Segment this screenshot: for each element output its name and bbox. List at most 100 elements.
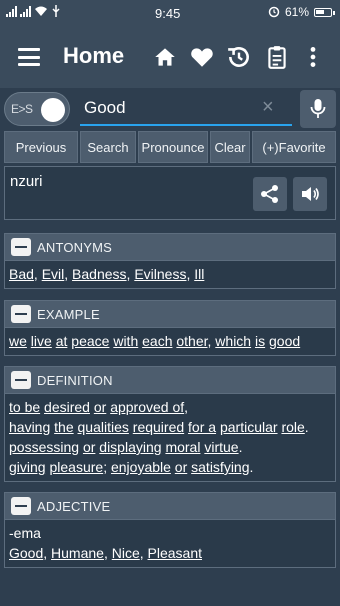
synonym-word[interactable]: Nice <box>112 545 140 561</box>
signal-icon-2 <box>20 5 31 17</box>
antonym-word[interactable]: Evil <box>42 266 65 282</box>
add-favorite-button[interactable]: (+)Favorite <box>252 131 336 163</box>
example-word[interactable]: which <box>215 333 251 349</box>
example-word[interactable]: live <box>31 333 52 349</box>
signal-icon <box>6 5 17 17</box>
punctuation: , <box>184 399 189 415</box>
heart-icon[interactable] <box>189 44 215 70</box>
definition-word[interactable]: displaying <box>99 439 161 455</box>
definition-word[interactable]: approved of <box>110 399 184 415</box>
definition-line: possessing or displaying moral virtue. <box>9 437 331 457</box>
definition-line: giving pleasure; enjoyable or satisfying… <box>9 457 331 477</box>
toggle-knob <box>41 98 65 122</box>
definition-word[interactable]: moral <box>165 439 200 455</box>
definition-word[interactable]: virtue <box>204 439 238 455</box>
definition-word[interactable]: particular <box>220 419 278 435</box>
example-word[interactable]: good <box>269 333 300 349</box>
definition-word[interactable]: having <box>9 419 50 435</box>
pronounce-button[interactable]: Pronounce <box>138 131 208 163</box>
home-icon[interactable] <box>152 44 178 70</box>
alarm-icon <box>268 6 280 18</box>
speak-button[interactable] <box>293 177 327 211</box>
definition-word[interactable]: enjoyable <box>111 459 171 475</box>
definition-word[interactable]: the <box>54 419 73 435</box>
synonym-word[interactable]: Good <box>9 545 43 561</box>
usb-icon <box>52 5 60 17</box>
punctuation: . <box>304 419 309 435</box>
definition-word[interactable]: pleasure <box>49 459 103 475</box>
example-word[interactable]: with <box>113 333 138 349</box>
example-word[interactable]: is <box>255 333 265 349</box>
definition-word[interactable]: desired <box>44 399 90 415</box>
definition-word[interactable]: or <box>83 439 95 455</box>
collapse-icon <box>11 238 31 256</box>
clear-input-icon[interactable]: × <box>262 96 274 119</box>
definition-word[interactable]: to be <box>9 399 40 415</box>
example-body: we live at peace with each other, which … <box>4 328 336 356</box>
synonym-word[interactable]: Humane <box>51 545 104 561</box>
example-header[interactable]: EXAMPLE <box>4 300 336 328</box>
definition-word[interactable]: giving <box>9 459 46 475</box>
example-word[interactable]: we <box>9 333 27 349</box>
antonym-word[interactable]: Bad <box>9 266 34 282</box>
antonym-word[interactable]: Ill <box>194 266 204 282</box>
collapse-icon <box>11 305 31 323</box>
translation-result: nzuri <box>4 166 336 220</box>
definition-word[interactable]: qualities <box>78 419 129 435</box>
collapse-icon <box>11 371 31 389</box>
definition-word[interactable]: required <box>133 419 184 435</box>
definition-body: to be desired or approved of, having the… <box>4 394 336 482</box>
menu-icon[interactable] <box>18 48 40 66</box>
punctuation: . <box>238 439 243 455</box>
antonym-word[interactable]: Evilness <box>134 266 186 282</box>
share-button[interactable] <box>253 177 287 211</box>
status-bar: 9:45 61% <box>0 0 340 26</box>
definition-word[interactable]: for a <box>188 419 216 435</box>
language-direction-toggle[interactable]: E>S <box>4 92 70 126</box>
action-buttons: Previous Search Pronounce Clear (+)Favor… <box>4 131 336 163</box>
toggle-label: E>S <box>11 102 33 116</box>
clipboard-icon[interactable] <box>264 44 290 70</box>
voice-input-button[interactable] <box>300 90 336 128</box>
adjective-synonyms: Good, Humane, Nice, Pleasant <box>9 545 203 561</box>
battery-icon <box>314 7 335 17</box>
search-input[interactable] <box>80 92 292 126</box>
share-icon <box>261 185 278 203</box>
definition-header[interactable]: DEFINITION <box>4 366 336 394</box>
synonym-word[interactable]: Pleasant <box>148 545 202 561</box>
app-bar: Home <box>0 26 340 88</box>
definition-word[interactable]: role <box>281 419 304 435</box>
page-title: Home <box>63 43 125 68</box>
more-options-icon[interactable] <box>303 44 323 70</box>
antonyms-header[interactable]: ANTONYMS <box>4 233 336 261</box>
example-title: EXAMPLE <box>37 306 100 322</box>
example-word[interactable]: other <box>176 333 207 349</box>
collapse-icon <box>11 497 31 515</box>
clear-button[interactable]: Clear <box>210 131 250 163</box>
search-button[interactable]: Search <box>80 131 136 163</box>
definition-word[interactable]: possessing <box>9 439 79 455</box>
adjective-translation: -ema <box>9 525 41 541</box>
status-time: 9:45 <box>155 6 181 21</box>
result-word: nzuri <box>10 173 43 190</box>
antonym-word[interactable]: Badness <box>72 266 126 282</box>
example-word[interactable]: each <box>142 333 172 349</box>
microphone-icon <box>310 99 326 118</box>
definition-word[interactable]: or <box>94 399 106 415</box>
battery-fill <box>316 9 324 14</box>
definition-word[interactable]: or <box>175 459 187 475</box>
previous-button[interactable]: Previous <box>4 131 78 163</box>
example-word[interactable]: at <box>56 333 68 349</box>
history-icon[interactable] <box>226 44 252 70</box>
example-word[interactable]: peace <box>71 333 109 349</box>
antonyms-list: Bad, Evil, Badness, Evilness, Ill <box>9 266 205 282</box>
definition-word[interactable]: satisfying <box>191 459 249 475</box>
example-section: EXAMPLE we live at peace with each other… <box>4 300 336 356</box>
antonyms-section: ANTONYMS Bad, Evil, Badness, Evilness, I… <box>4 233 336 289</box>
definition-section: DEFINITION to be desired or approved of,… <box>4 366 336 482</box>
adjective-body: -ema Good, Humane, Nice, Pleasant <box>4 520 336 568</box>
speaker-icon <box>302 187 319 201</box>
antonyms-body: Bad, Evil, Badness, Evilness, Ill <box>4 261 336 289</box>
search-row: E>S × <box>4 90 336 128</box>
adjective-header[interactable]: ADJECTIVE <box>4 492 336 520</box>
